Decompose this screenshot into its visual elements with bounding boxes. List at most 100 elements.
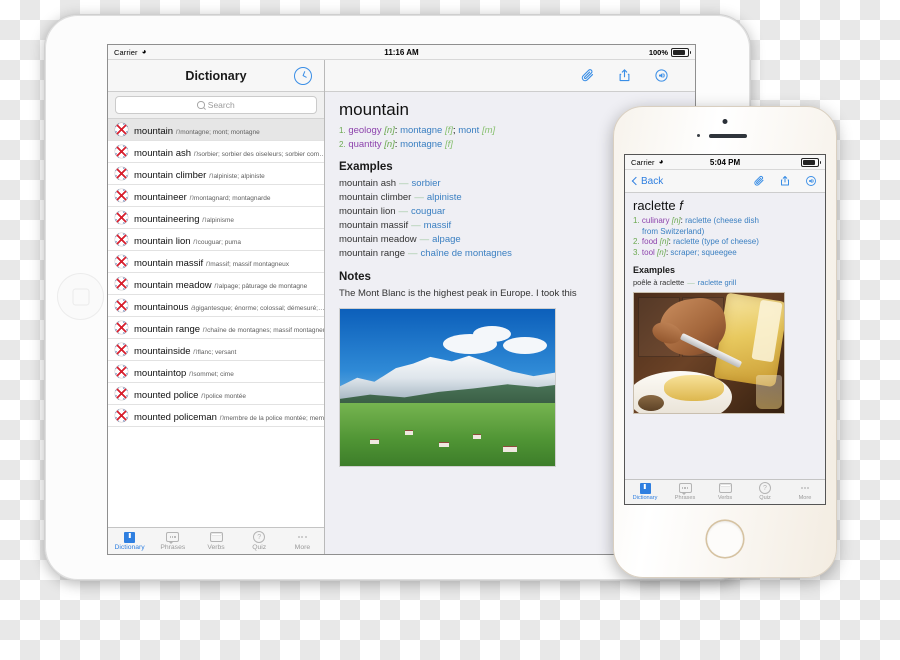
entry-term: mountainous a bbox=[134, 301, 196, 313]
list-item[interactable]: mountaintop nsommet; cime bbox=[108, 361, 324, 383]
battery-icon bbox=[671, 47, 691, 57]
tab-more[interactable]: More bbox=[785, 483, 825, 502]
uk-flag-icon bbox=[115, 211, 128, 224]
list-item[interactable]: mounted policeman nmembre de la police m… bbox=[108, 405, 324, 427]
entry-term: mountain ash n bbox=[134, 147, 199, 159]
master-title: Dictionary bbox=[185, 68, 247, 83]
clock-icon[interactable] bbox=[294, 66, 312, 85]
tab-dictionary[interactable]: Dictionary bbox=[625, 482, 665, 502]
tab-verbs[interactable]: Verbs bbox=[705, 482, 745, 502]
iphone-device: Carrier ◕ 5:04 PM Back raclette f 1. cul… bbox=[613, 106, 837, 578]
book-icon bbox=[124, 531, 136, 543]
entry-translations: alpage; pâturage de montagne bbox=[218, 282, 308, 290]
sensor-icon bbox=[697, 134, 701, 138]
raclette-photo[interactable] bbox=[633, 292, 785, 414]
paperclip-icon[interactable] bbox=[753, 175, 765, 187]
sense-item: 3. tool [n]: scraper; squeegee bbox=[633, 247, 737, 257]
entry-translations: couguar; puma bbox=[197, 238, 241, 246]
entry-translations: massif; massif montagneux bbox=[210, 260, 290, 268]
tab-phrases[interactable]: Phrases bbox=[151, 532, 194, 551]
iphone-content: raclette f 1. culinary [n]: raclette (ch… bbox=[625, 193, 825, 479]
uk-flag-icon bbox=[115, 409, 128, 422]
iphone-home-button[interactable] bbox=[707, 521, 743, 557]
word-list[interactable]: mountain nmontagne; mont; montagne mounta… bbox=[108, 119, 324, 527]
entry-translations: montagne; mont; montagne bbox=[180, 128, 260, 136]
card-icon bbox=[718, 482, 732, 494]
entry-translations: flanc; versant bbox=[197, 348, 237, 356]
example-item[interactable]: poêle à raclette — raclette grill bbox=[633, 278, 817, 288]
entry-term: mountain meadow n bbox=[134, 279, 219, 291]
paperclip-icon[interactable] bbox=[580, 68, 595, 83]
tab-more[interactable]: More bbox=[281, 532, 324, 551]
status-time: 11:16 AM bbox=[384, 47, 419, 57]
earpiece-speaker bbox=[709, 134, 747, 138]
tab-label: Dictionary bbox=[114, 543, 145, 551]
sense-item: 1. culinary [n]: raclette (cheese dish fr… bbox=[633, 216, 759, 236]
sense-list: 1. culinary [n]: raclette (cheese dish fr… bbox=[633, 216, 817, 258]
list-item[interactable]: mountaineering nalpinisme bbox=[108, 207, 324, 229]
tab-quiz[interactable]: ? Quiz bbox=[238, 531, 281, 551]
tab-quiz[interactable]: ? Quiz bbox=[745, 482, 785, 502]
uk-flag-icon bbox=[115, 145, 128, 158]
entry-translations: alpinisme bbox=[206, 216, 235, 224]
tab-label: Phrases bbox=[674, 494, 696, 501]
back-button[interactable]: Back bbox=[631, 176, 663, 187]
share-icon[interactable] bbox=[617, 68, 632, 83]
list-item[interactable]: mountainside nflanc; versant bbox=[108, 339, 324, 361]
carrier-label: Carrier bbox=[631, 157, 655, 167]
entry-headword: raclette f bbox=[633, 198, 817, 214]
uk-flag-icon bbox=[115, 343, 128, 356]
uk-flag-icon bbox=[115, 277, 128, 290]
uk-flag-icon bbox=[115, 387, 128, 400]
list-item[interactable]: mountainous agigantesque; énorme; coloss… bbox=[108, 295, 324, 317]
iphone-tab-bar[interactable]: Dictionary Phrases Verbs? Quiz More bbox=[625, 479, 825, 504]
battery-percent: 100% bbox=[648, 47, 668, 57]
tab-verbs[interactable]: Verbs bbox=[194, 531, 237, 551]
camera-icon bbox=[722, 119, 728, 124]
tab-dictionary[interactable]: Dictionary bbox=[108, 531, 151, 551]
ipad-screen: Carrier ◕ 11:16 AM 100% Dictionary Searc… bbox=[107, 44, 696, 555]
list-item[interactable]: mountain meadow nalpage; pâturage de mon… bbox=[108, 273, 324, 295]
list-item[interactable]: mountain climber nalpiniste; alpiniste bbox=[108, 163, 324, 185]
entry-translations: montagnard; montagnarde bbox=[193, 194, 271, 202]
tab-phrases[interactable]: Phrases bbox=[665, 483, 705, 502]
speaker-icon[interactable] bbox=[654, 68, 669, 83]
iphone-screen: Carrier ◕ 5:04 PM Back raclette f 1. cul… bbox=[624, 154, 826, 505]
list-item[interactable]: mountain range nchaîne de montagnes; mas… bbox=[108, 317, 324, 339]
ipad-tab-bar[interactable]: Dictionary Phrases Verbs? Quiz More bbox=[108, 527, 324, 554]
share-icon[interactable] bbox=[779, 175, 791, 187]
sense-item: 2. food [n]: raclette (type of cheese) bbox=[633, 237, 759, 246]
ipad-home-button[interactable] bbox=[57, 273, 104, 320]
uk-flag-icon bbox=[115, 255, 128, 268]
scene: Carrier ◕ 11:16 AM 100% Dictionary Searc… bbox=[0, 0, 900, 660]
entry-translations: membre de la police montée; membre de l… bbox=[224, 414, 324, 422]
entry-term: mountaineer n bbox=[134, 191, 194, 203]
uk-flag-icon bbox=[115, 189, 128, 202]
list-item[interactable]: mountaineer nmontagnard; montagnarde bbox=[108, 185, 324, 207]
speaker-icon[interactable] bbox=[805, 175, 817, 187]
uk-flag-icon bbox=[115, 167, 128, 180]
ellipsis-icon bbox=[800, 487, 810, 489]
entry-term: mountain range n bbox=[134, 323, 208, 335]
examples-list: poêle à raclette — raclette grill bbox=[633, 278, 817, 288]
search-input[interactable]: Search bbox=[115, 96, 317, 114]
list-item[interactable]: mounted police npolice montée bbox=[108, 383, 324, 405]
list-item[interactable]: mountain nmontagne; mont; montagne bbox=[108, 119, 324, 141]
wifi-icon: ◕ bbox=[141, 47, 147, 56]
list-item[interactable]: mountain lion ncouguar; puma bbox=[108, 229, 324, 251]
carrier-label: Carrier bbox=[114, 47, 138, 57]
tab-label: More bbox=[798, 494, 812, 501]
tab-label: Dictionary bbox=[632, 494, 658, 501]
iphone-navbar: Back bbox=[625, 170, 825, 193]
card-icon bbox=[209, 531, 223, 543]
chevron-left-icon bbox=[631, 176, 641, 186]
entry-term: mountaintop n bbox=[134, 367, 194, 379]
list-item[interactable]: mountain massif nmassif; massif montagne… bbox=[108, 251, 324, 273]
question-mark-icon: ? bbox=[253, 531, 266, 543]
list-item[interactable]: mountain ash nsorbier; sorbier des oisel… bbox=[108, 141, 324, 163]
alpine-photo[interactable] bbox=[339, 308, 556, 467]
entry-term: mountain n bbox=[134, 125, 181, 137]
search-bar[interactable]: Search bbox=[108, 92, 324, 119]
tab-label: More bbox=[294, 543, 311, 551]
uk-flag-icon bbox=[115, 123, 128, 136]
